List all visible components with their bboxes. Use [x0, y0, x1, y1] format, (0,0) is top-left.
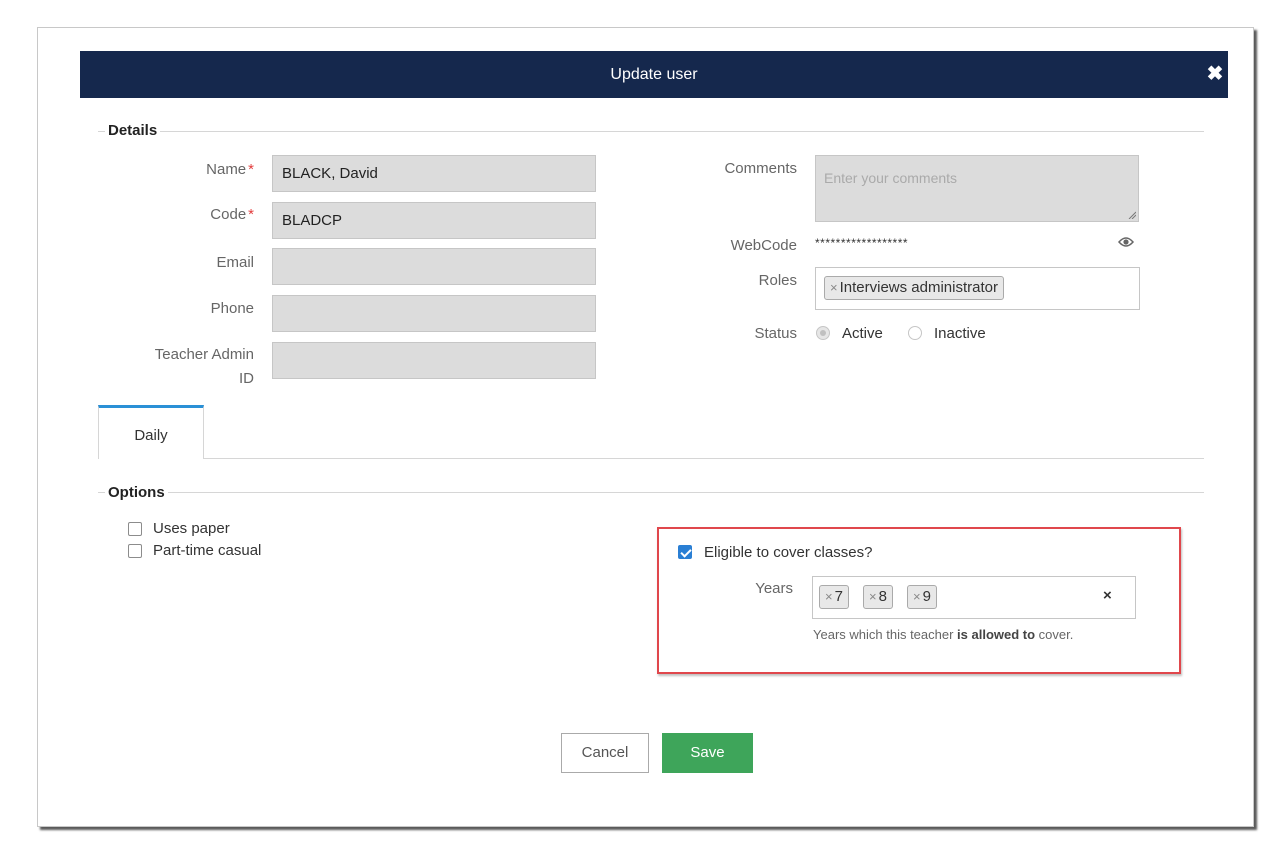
status-inactive-label[interactable]: Inactive	[934, 325, 986, 342]
years-select[interactable]: × 7 × 8 × 9 ×	[812, 576, 1136, 619]
webcode-label: WebCode	[730, 237, 797, 254]
status-active-radio[interactable]	[816, 326, 830, 340]
close-icon[interactable]: ✖	[1204, 63, 1226, 85]
teacher-admin-id-label-line2: ID	[239, 370, 254, 387]
tab-daily[interactable]: Daily	[98, 405, 204, 459]
dialog-header: Update user ✖	[80, 51, 1228, 98]
resize-handle-icon[interactable]	[1128, 211, 1136, 219]
dialog-title: Update user	[610, 66, 698, 83]
teacher-admin-id-field[interactable]	[272, 342, 596, 379]
required-marker: *	[248, 206, 254, 223]
years-help-text: Years which this teacher is allowed to c…	[813, 627, 1074, 642]
status-label: Status	[754, 325, 797, 342]
part-time-casual-label[interactable]: Part-time casual	[153, 542, 261, 559]
role-tag[interactable]: × Interviews administrator	[824, 276, 1004, 300]
tag-remove-icon[interactable]: ×	[830, 280, 838, 295]
details-divider	[98, 131, 1204, 132]
tag-remove-icon[interactable]: ×	[869, 589, 877, 604]
status-active-label[interactable]: Active	[842, 325, 883, 342]
details-legend: Details	[105, 122, 161, 139]
cancel-button[interactable]: Cancel	[561, 733, 649, 773]
eligible-checkbox[interactable]	[678, 545, 692, 559]
eligible-label[interactable]: Eligible to cover classes?	[704, 544, 872, 561]
code-field[interactable]: BLADCP	[272, 202, 596, 239]
comments-textarea[interactable]: Enter your comments	[815, 155, 1139, 222]
year-tag[interactable]: × 9	[907, 585, 937, 609]
phone-field[interactable]	[272, 295, 596, 332]
webcode-value: ******************	[815, 236, 909, 250]
uses-paper-checkbox[interactable]	[128, 522, 142, 536]
tag-remove-icon[interactable]: ×	[825, 589, 833, 604]
status-inactive-radio[interactable]	[908, 326, 922, 340]
required-marker: *	[248, 161, 254, 178]
code-label: Code *	[210, 206, 254, 223]
name-label: Name *	[206, 161, 254, 178]
roles-select[interactable]: × Interviews administrator	[815, 267, 1140, 310]
email-label: Email	[216, 254, 254, 271]
roles-label: Roles	[758, 272, 797, 289]
phone-label: Phone	[210, 300, 254, 317]
email-field[interactable]	[272, 248, 596, 285]
save-button[interactable]: Save	[662, 733, 753, 773]
uses-paper-label[interactable]: Uses paper	[153, 520, 230, 537]
options-divider	[98, 492, 1204, 493]
tabs-divider	[98, 458, 1204, 459]
year-tag[interactable]: × 7	[819, 585, 849, 609]
part-time-casual-checkbox[interactable]	[128, 544, 142, 558]
name-field[interactable]: BLACK, David	[272, 155, 596, 192]
eye-icon[interactable]	[1118, 235, 1134, 251]
comments-label: Comments	[724, 160, 797, 177]
years-label: Years	[755, 580, 793, 597]
options-legend: Options	[105, 484, 168, 501]
year-tag[interactable]: × 8	[863, 585, 893, 609]
dialog-frame	[37, 27, 1254, 827]
teacher-admin-id-label-line1: Teacher Admin	[154, 346, 254, 363]
comments-placeholder: Enter your comments	[824, 170, 958, 186]
tag-remove-icon[interactable]: ×	[913, 589, 921, 604]
clear-all-icon[interactable]: ×	[1103, 587, 1112, 604]
